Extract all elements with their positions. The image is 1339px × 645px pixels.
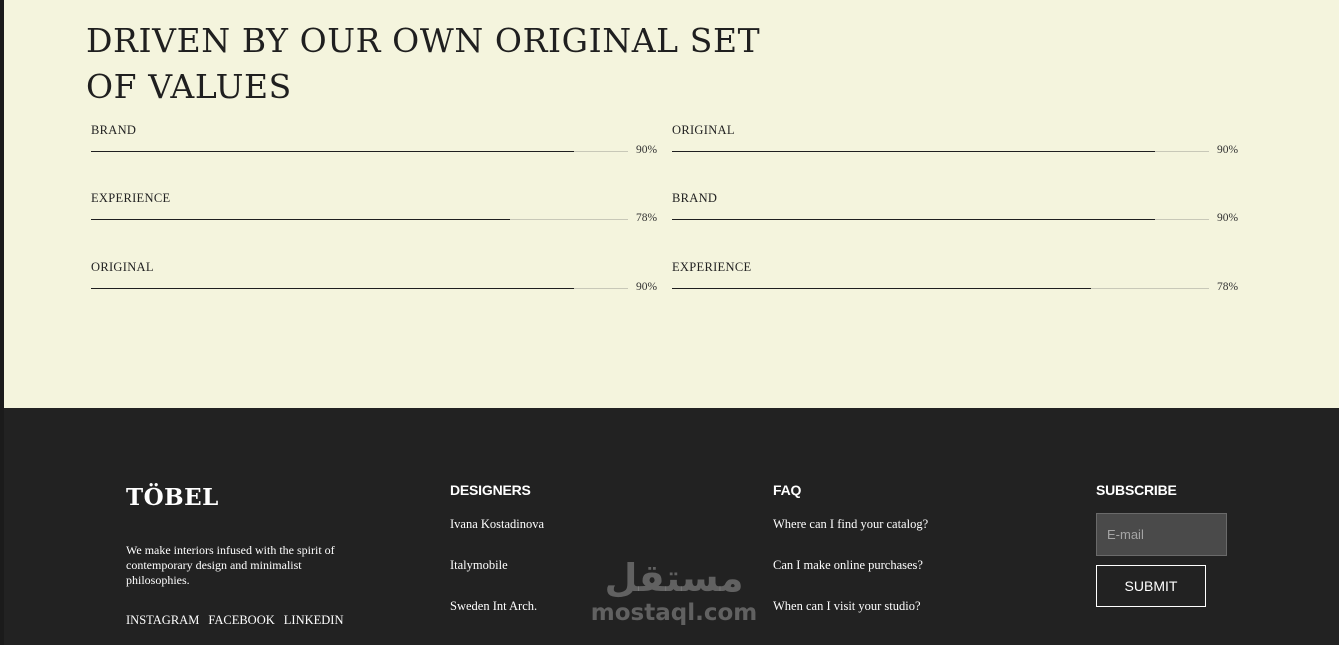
skill-track (91, 219, 628, 220)
skill-fill (91, 288, 575, 289)
skill-label: ORIGINAL (91, 260, 154, 274)
designer-link[interactable]: Italymobile (450, 558, 544, 599)
skill-percent: 90% (1217, 212, 1239, 224)
skill-fill (672, 288, 1091, 289)
skill-track (91, 151, 628, 152)
skill-bar-brand: BRAND 90% (91, 123, 661, 163)
skill-track (672, 288, 1209, 289)
faq-link[interactable]: Can I make online purchases? (773, 558, 928, 599)
skill-percent: 90% (636, 144, 658, 156)
faq-column: FAQ Where can I find your catalog? Can I… (773, 482, 928, 640)
designers-heading: DESIGNERS (450, 482, 531, 498)
skill-bar-experience: EXPERIENCE 78% (672, 260, 1242, 300)
skill-label: EXPERIENCE (91, 191, 171, 205)
email-field[interactable] (1096, 513, 1227, 556)
social-links: INSTAGRAM FACEBOOK LINKEDIN (126, 613, 343, 628)
values-section: DRIVEN BY OUR OWN ORIGINAL SET OF VALUES… (4, 0, 1339, 408)
skill-bar-brand: BRAND 90% (672, 191, 1242, 231)
skill-percent: 90% (636, 281, 658, 293)
subscribe-column: SUBSCRIBE (1096, 482, 1177, 517)
skill-bar-original: ORIGINAL 90% (672, 123, 1242, 163)
site-footer: TÖBEL We make interiors infused with the… (4, 408, 1339, 645)
linkedin-link[interactable]: LINKEDIN (284, 613, 344, 628)
faq-link[interactable]: When can I visit your studio? (773, 599, 928, 640)
skill-label: BRAND (672, 191, 718, 205)
values-title: DRIVEN BY OUR OWN ORIGINAL SET OF VALUES (86, 21, 761, 106)
skill-fill (91, 219, 510, 220)
skill-label: ORIGINAL (672, 123, 735, 137)
watermark-latin-text: mostaql.com (590, 600, 758, 626)
skill-track (91, 288, 628, 289)
skill-bar-original: ORIGINAL 90% (91, 260, 661, 300)
skill-label: EXPERIENCE (672, 260, 752, 274)
designer-link[interactable]: Ivana Kostadinova (450, 517, 544, 558)
subscribe-heading: SUBSCRIBE (1096, 482, 1177, 498)
instagram-link[interactable]: INSTAGRAM (126, 613, 199, 628)
skill-percent: 90% (1217, 144, 1239, 156)
submit-button[interactable]: SUBMIT (1096, 565, 1206, 607)
skill-bar-experience: EXPERIENCE 78% (91, 191, 661, 231)
brand-logo[interactable]: TÖBEL (126, 484, 219, 511)
skill-fill (672, 151, 1156, 152)
skill-track (672, 219, 1209, 220)
skill-percent: 78% (1217, 281, 1239, 293)
faq-link[interactable]: Where can I find your catalog? (773, 517, 928, 558)
watermark-logo: مستقل mostaql.com (589, 556, 759, 626)
skill-percent: 78% (636, 212, 658, 224)
skill-fill (91, 151, 575, 152)
watermark-arabic-text: مستقل (604, 556, 744, 600)
facebook-link[interactable]: FACEBOOK (208, 613, 274, 628)
skill-track (672, 151, 1209, 152)
designer-link[interactable]: Sweden Int Arch. (450, 599, 544, 640)
brand-description: We make interiors infused with the spiri… (126, 543, 335, 587)
designers-column: DESIGNERS Ivana Kostadinova Italymobile … (450, 482, 544, 640)
skill-fill (672, 219, 1156, 220)
faq-heading: FAQ (773, 482, 802, 498)
skill-label: BRAND (91, 123, 137, 137)
